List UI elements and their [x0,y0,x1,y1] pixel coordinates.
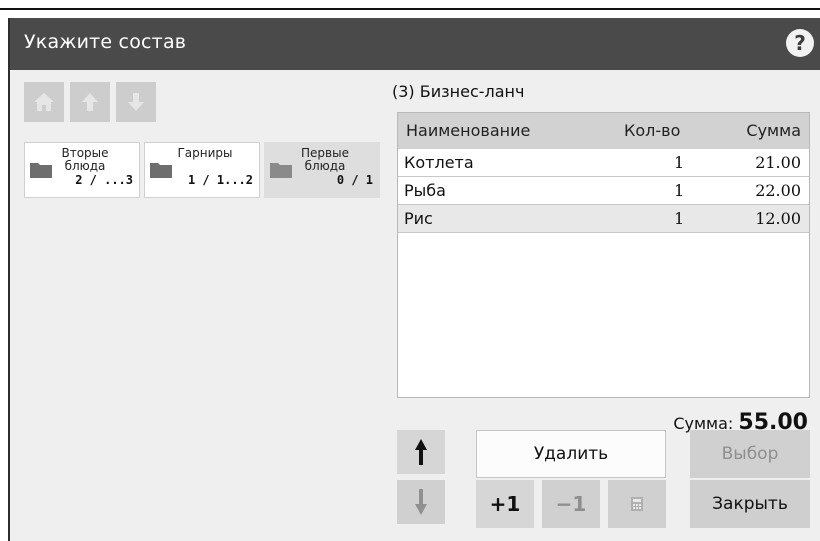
category-tile-first-courses[interactable]: Первые блюда 0 / 1 [264,142,380,198]
cell-qty: 1 [674,181,685,200]
category-count: 0 / 1 [336,173,373,187]
help-button[interactable]: ? [786,29,814,57]
group-title: (3) Бизнес-ланч [392,82,525,101]
folder-icon [270,163,292,178]
category-label: Гарниры [177,146,233,160]
home-button[interactable] [24,82,64,122]
arrow-up-icon [82,93,98,111]
arrow-down-icon [128,93,144,111]
level-up-button[interactable] [70,82,110,122]
category-label: Первые блюда [301,146,349,173]
delete-button[interactable]: Удалить [476,430,666,478]
category-label: Вторые блюда [61,146,109,173]
cell-name: Рыба [404,181,446,200]
dialog-title: Укажите состав [24,31,187,53]
table-row[interactable]: Котлета 1 21.00 [398,149,809,177]
column-header-name: Наименование [406,121,531,140]
title-bar: Укажите состав ? [10,18,820,70]
select-button[interactable]: Выбор [690,430,810,478]
close-button[interactable]: Закрыть [690,480,810,528]
calculator-button[interactable] [608,480,666,528]
cell-sum: 22.00 [755,181,801,200]
compose-dialog: Укажите состав ? Вторые блюда 2 / ...3 Г… [8,18,820,541]
cell-name: Рис [404,209,433,228]
items-table: Наименование Кол-во Сумма Котлета 1 21.0… [397,112,810,398]
move-up-button[interactable] [397,430,445,474]
level-down-button[interactable] [116,82,156,122]
cell-qty: 1 [674,209,685,228]
category-tile-sides[interactable]: Гарниры 1 / 1...2 [144,142,260,198]
plus-one-button[interactable]: +1 [476,480,534,528]
column-header-qty: Кол-во [624,121,681,140]
top-border-line [0,8,820,10]
category-count: 2 / ...3 [75,173,133,187]
cell-sum: 12.00 [755,209,801,228]
arrow-down-icon [415,489,427,515]
table-header: Наименование Кол-во Сумма [398,113,809,149]
cell-sum: 21.00 [755,153,801,172]
home-icon [34,93,54,111]
calculator-icon [631,497,643,511]
minus-one-button[interactable]: −1 [542,480,600,528]
cell-name: Котлета [404,153,474,172]
move-down-button[interactable] [397,480,445,524]
cell-qty: 1 [674,153,685,172]
folder-icon [150,163,172,178]
table-row[interactable]: Рыба 1 22.00 [398,177,809,205]
folder-icon [30,163,52,178]
column-header-sum: Сумма [746,121,801,140]
category-count: 1 / 1...2 [187,173,253,187]
table-row-selected[interactable]: Рис 1 12.00 [398,205,809,233]
arrow-up-icon [415,439,427,465]
category-tile-second-courses[interactable]: Вторые блюда 2 / ...3 [24,142,140,198]
